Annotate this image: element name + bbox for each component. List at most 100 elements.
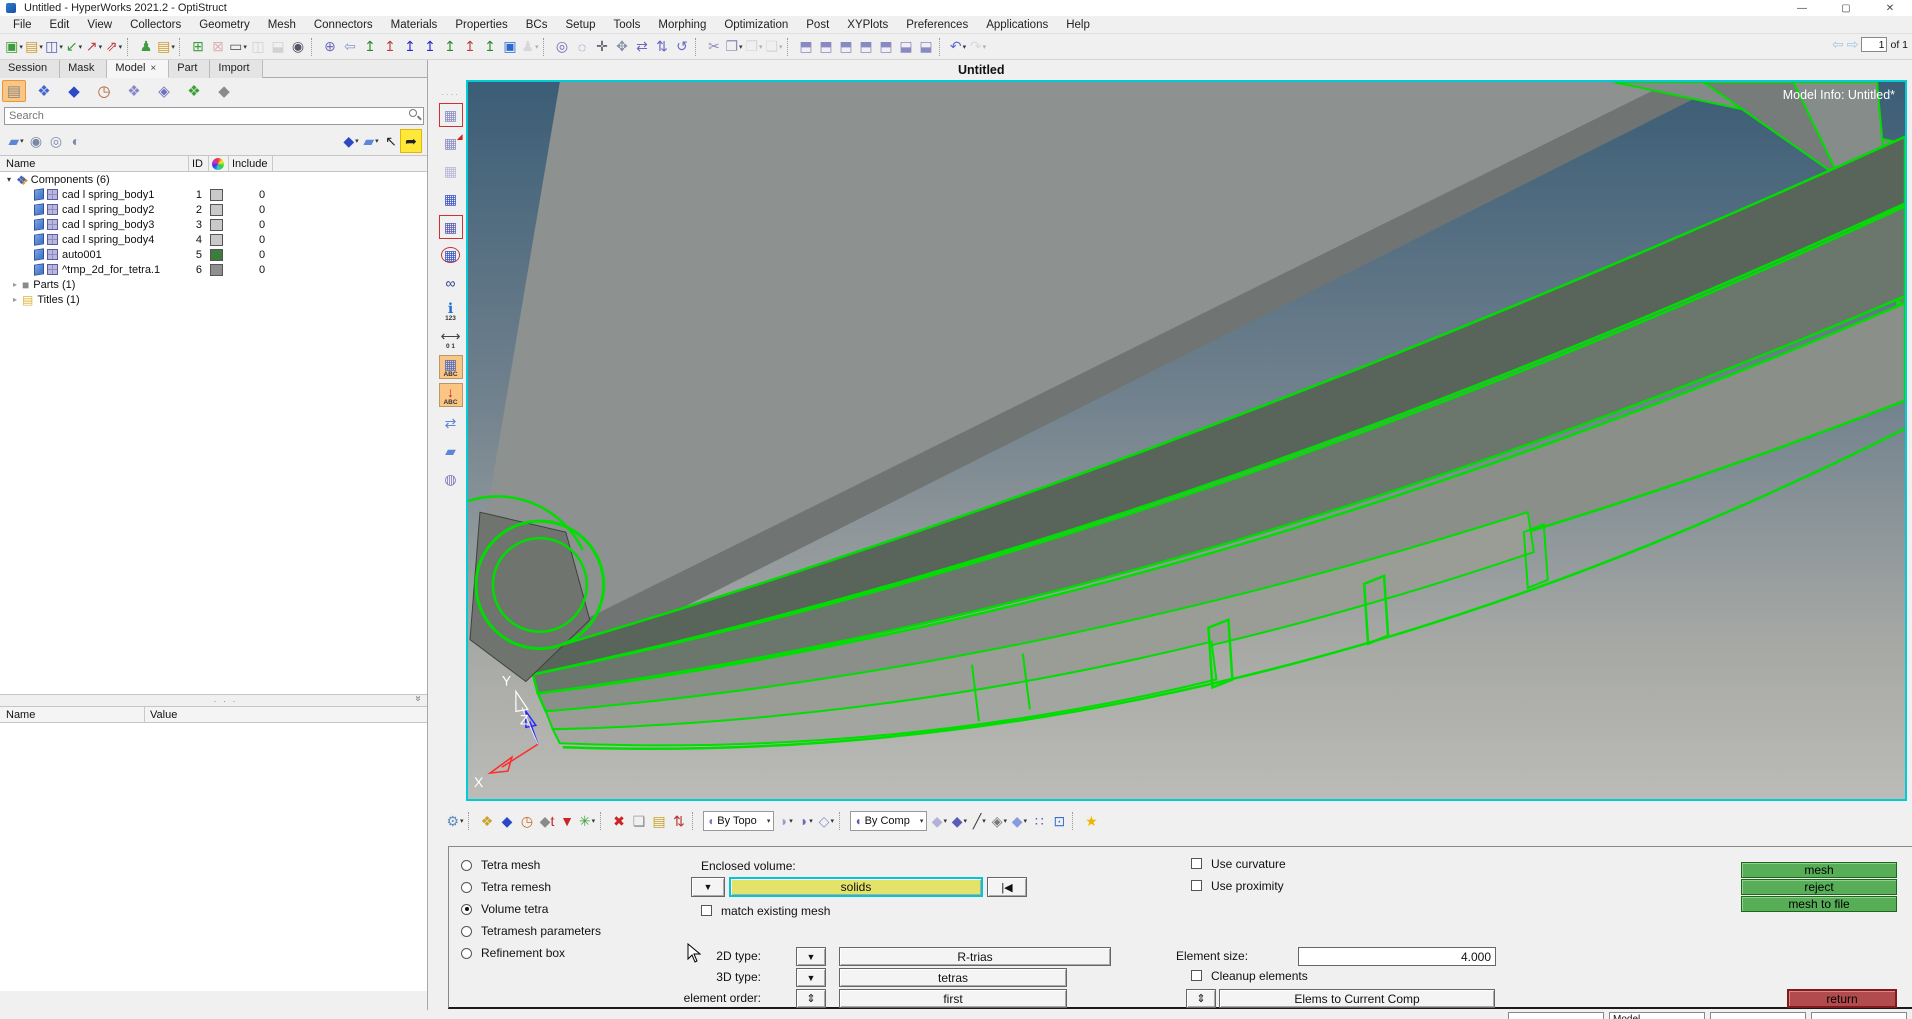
tree-item-label[interactable]: Titles (1)	[37, 294, 79, 306]
tab-import[interactable]: Import	[210, 60, 263, 78]
menu-edit[interactable]: Edit	[41, 18, 79, 32]
renumber-icon[interactable]: ⇅	[669, 810, 689, 832]
view-iso-icon[interactable]: ↥	[480, 36, 500, 58]
vertical-rotate-icon[interactable]: ⇅	[652, 36, 672, 58]
tree-expander-icon[interactable]: ▸	[10, 280, 20, 289]
surface-edit-icon[interactable]: ▰	[439, 439, 463, 463]
save-model-icon[interactable]: ◫ ▾	[44, 36, 64, 58]
capture-area-icon[interactable]: ⬒	[836, 36, 856, 58]
solid-bottle-icon[interactable]: ◍	[439, 467, 463, 491]
element-order-value-button[interactable]: first	[839, 989, 1067, 1008]
page-layout-icon[interactable]: ▭ ▾	[228, 36, 248, 58]
2d-type-value-button[interactable]: R-trias	[839, 947, 1111, 966]
entity-network-icon[interactable]: ❖	[32, 80, 56, 102]
tree-item-label[interactable]: ^tmp_2d_for_tetra.1	[62, 264, 160, 276]
menu-morphing[interactable]: Morphing	[649, 18, 715, 32]
window-find-icon[interactable]: ◉	[288, 36, 308, 58]
maximize-button[interactable]: ▢	[1824, 0, 1868, 16]
previous-view-icon[interactable]: ⇦	[340, 36, 360, 58]
geometry-history-icon[interactable]: ◷	[517, 810, 537, 832]
export-deck-icon[interactable]: ⇗ ▾	[104, 36, 124, 58]
isolate-highlight-icon[interactable]: ➦	[400, 129, 422, 153]
view-xz-right-icon[interactable]: ↥	[420, 36, 440, 58]
record-area-icon[interactable]: ⬓	[916, 36, 936, 58]
column-include[interactable]: Include	[232, 158, 267, 170]
collapse-chevron-icon[interactable]: »	[413, 696, 424, 702]
menu-help[interactable]: Help	[1057, 18, 1099, 32]
user-profile-icon[interactable]: ♟	[136, 36, 156, 58]
tree-expander-icon[interactable]: ▾	[4, 175, 14, 184]
view-xz-left-icon[interactable]: ↥	[400, 36, 420, 58]
tree-item-label[interactable]: Components (6)	[31, 174, 110, 186]
menu-preferences[interactable]: Preferences	[897, 18, 977, 32]
mesh-quality-icon[interactable]: ◈ ▾	[989, 810, 1009, 832]
favorites-star-icon[interactable]: ★	[1081, 810, 1101, 832]
use-curvature-checkbox[interactable]	[1191, 858, 1202, 869]
radio-button[interactable]	[461, 947, 472, 959]
element-select-box-icon[interactable]: ▦	[439, 215, 463, 239]
cut-icon[interactable]: ✂	[704, 36, 724, 58]
2d-type-dropdown[interactable]: ▼	[796, 947, 826, 966]
by-comp-dropdown[interactable]: ◖ By Comp ▾	[850, 811, 928, 831]
search-input[interactable]	[4, 107, 424, 125]
pan-hand-icon[interactable]: ✥	[612, 36, 632, 58]
tree-item-label[interactable]: cad l spring_body4	[62, 234, 154, 246]
element-select-circle-icon[interactable]: ▦	[439, 243, 463, 267]
spin-view-icon[interactable]: ↺	[672, 36, 692, 58]
view-yz-rear-icon[interactable]: ↥	[460, 36, 480, 58]
reject-button[interactable]: reject	[1741, 879, 1897, 895]
status-field[interactable]: Model	[1609, 1012, 1705, 1019]
return-button[interactable]: return	[1787, 989, 1897, 1008]
radio-volume-tetra[interactable]: Volume tetra	[461, 902, 548, 916]
show-all-icon[interactable]: ◉	[26, 130, 46, 152]
delete-page-icon[interactable]: ⊠	[208, 36, 228, 58]
element-size-input[interactable]: 4.000	[1298, 947, 1496, 966]
viewport-canvas[interactable]: Y Z X Model Info: Untitled*	[466, 80, 1907, 801]
component-display-icon[interactable]: ▰ ▾	[6, 130, 26, 152]
status-field[interactable]	[1710, 1012, 1806, 1019]
add-page-icon[interactable]: ⊞	[188, 36, 208, 58]
arc-rotate-icon[interactable]: ⇄	[632, 36, 652, 58]
status-field[interactable]	[1508, 1012, 1604, 1019]
measure-scale-icon[interactable]: ⟷ 0 1	[439, 327, 463, 351]
label-arrow-icon[interactable]: ↓ ABC	[438, 383, 463, 407]
view-yz-front-icon[interactable]: ↥	[440, 36, 460, 58]
radio-button[interactable]	[461, 903, 472, 915]
model-folder-icon[interactable]: ▤	[2, 80, 26, 102]
menu-optimization[interactable]: Optimization	[715, 18, 797, 32]
tree-item-label[interactable]: auto001	[62, 249, 102, 261]
menu-post[interactable]: Post	[797, 18, 838, 32]
tree-row[interactable]: ▸ ■ Parts (1)	[0, 277, 427, 292]
element-display-box-icon[interactable]: ▦	[439, 103, 463, 127]
capture-screen-icon[interactable]: ⬒	[796, 36, 816, 58]
tree-item-label[interactable]: cad l spring_body3	[62, 219, 154, 231]
reverse-show-icon[interactable]: ◐	[66, 130, 86, 152]
component-color-swatch[interactable]	[210, 233, 223, 246]
surface-shade-edges-icon[interactable]: ◗ ▾	[796, 810, 816, 832]
show-none-icon[interactable]: ◎	[46, 130, 66, 152]
radio-button[interactable]	[461, 925, 472, 937]
selector-arrow-icon[interactable]: ↖	[381, 130, 401, 152]
element-wireframe-icon[interactable]: ▦	[439, 159, 463, 183]
menu-materials[interactable]: Materials	[382, 18, 447, 32]
tab-close-icon[interactable]: ×	[150, 63, 156, 74]
menu-bcs[interactable]: BCs	[517, 18, 557, 32]
elems-destination-button[interactable]: Elems to Current Comp	[1219, 989, 1495, 1008]
folder-update-icon[interactable]: ▤	[649, 810, 669, 832]
delete-entity-icon[interactable]: ✖	[609, 810, 629, 832]
panel-splitter[interactable]: · · · »	[0, 695, 427, 706]
capture-clipboard-icon[interactable]: ⬒	[876, 36, 896, 58]
zoom-lasso-icon[interactable]: ◌	[572, 36, 592, 58]
capture-window-icon[interactable]: ⬒	[816, 36, 836, 58]
radio-refinement-box[interactable]: Refinement box	[461, 946, 565, 960]
element-color-icon[interactable]: ◆ ▾	[949, 810, 969, 832]
component-color-swatch[interactable]	[210, 188, 223, 201]
radio-tetra-remesh[interactable]: Tetra remesh	[461, 880, 551, 894]
folder-wire-icon[interactable]: ◈	[152, 80, 176, 102]
redo-icon[interactable]: ↷ ▾	[968, 36, 988, 58]
menu-xyplots[interactable]: XYPlots	[838, 18, 897, 32]
create-solid-icon[interactable]: ◆	[497, 810, 517, 832]
tree-item-label[interactable]: Parts (1)	[33, 279, 75, 291]
display-options-icon[interactable]: ▣	[500, 36, 520, 58]
entity-type-dropdown[interactable]: ▼	[691, 877, 725, 897]
